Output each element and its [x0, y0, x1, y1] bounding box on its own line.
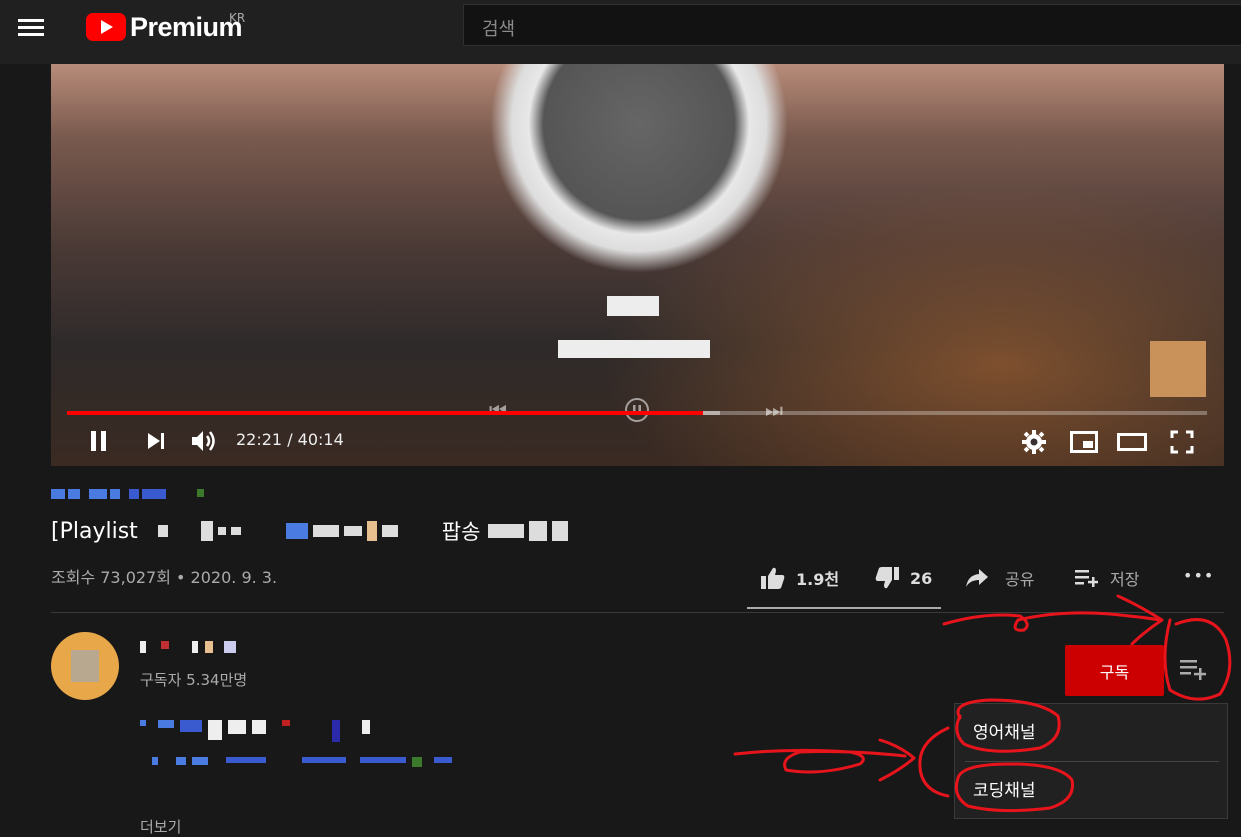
thumb-down-icon: [875, 567, 899, 589]
fullscreen-icon[interactable]: [1170, 430, 1194, 454]
video-overlay-text: [607, 296, 659, 316]
theater-icon[interactable]: [1117, 430, 1147, 454]
video-player[interactable]: ⏮ ⏭ 22:21 / 40:14: [51, 64, 1224, 466]
save-label: 저장: [1110, 570, 1140, 589]
show-more-link[interactable]: 더보기: [140, 816, 181, 837]
progress-bar[interactable]: [67, 411, 1207, 415]
video-title-redacted-2: [488, 521, 569, 541]
views-and-date: 조회수 73,027회 • 2020. 9. 3.: [51, 568, 278, 587]
logo-text: Premium: [130, 11, 243, 42]
divider: [965, 761, 1219, 762]
progress-played: [67, 411, 704, 415]
description-line-redacted-2: [140, 757, 452, 767]
like-count: 1.9천: [796, 570, 840, 589]
add-to-playlist-icon: [1180, 660, 1206, 680]
video-overlay-text: [558, 340, 710, 358]
miniplayer-icon[interactable]: [1069, 430, 1099, 454]
description-line-redacted: [140, 720, 370, 742]
volume-icon[interactable]: [189, 430, 219, 452]
share-icon: [966, 569, 988, 587]
youtube-logo-icon: [86, 13, 126, 41]
hashtags-redacted: [51, 489, 204, 499]
dislike-count: 26: [910, 568, 933, 588]
region-label: KR: [229, 11, 246, 25]
dislike-button[interactable]: 26: [874, 566, 932, 590]
ghost-next-icon: ⏭: [765, 398, 783, 422]
pause-icon[interactable]: [88, 430, 110, 452]
search-input[interactable]: 검색: [463, 4, 1241, 46]
thumb-up-icon: [761, 567, 785, 589]
sentiment-bar: [747, 607, 941, 609]
avatar[interactable]: [51, 632, 119, 700]
playlist-item-english[interactable]: 영어채널: [973, 718, 1036, 743]
share-button[interactable]: 공유: [965, 566, 1034, 590]
youtube-logo[interactable]: Premium: [86, 10, 243, 44]
subscriber-count: 구독자 5.34만명: [140, 671, 248, 689]
add-to-playlist-icon: [1075, 570, 1098, 587]
save-button[interactable]: 저장: [1074, 566, 1139, 590]
channel-name-redacted[interactable]: [140, 641, 236, 653]
video-title-word: 팝송: [441, 520, 481, 544]
settings-icon[interactable]: [1022, 430, 1046, 454]
video-title-redacted: [146, 521, 398, 541]
channel-watermark[interactable]: [1150, 341, 1206, 397]
add-to-playlist-button[interactable]: [1178, 657, 1212, 687]
masthead: Premium KR 검색: [0, 0, 1241, 64]
video-title: [Playlist 팝송: [51, 514, 569, 548]
menu-icon[interactable]: [18, 16, 44, 38]
ghost-prev-icon: ⏮: [489, 398, 507, 422]
time-display: 22:21 / 40:14: [236, 430, 344, 449]
like-button[interactable]: 1.9천: [760, 566, 839, 590]
video-title-prefix: [Playlist: [51, 518, 138, 544]
playlist-menu: 영어채널 코딩채널: [954, 703, 1228, 819]
skip-next-icon[interactable]: [145, 430, 167, 452]
share-label: 공유: [1005, 570, 1035, 589]
subscribe-button[interactable]: 구독: [1065, 645, 1164, 696]
divider: [51, 612, 1224, 613]
more-icon[interactable]: •••: [1183, 566, 1214, 585]
search-placeholder: 검색: [482, 19, 516, 40]
playlist-item-coding[interactable]: 코딩채널: [973, 776, 1036, 801]
